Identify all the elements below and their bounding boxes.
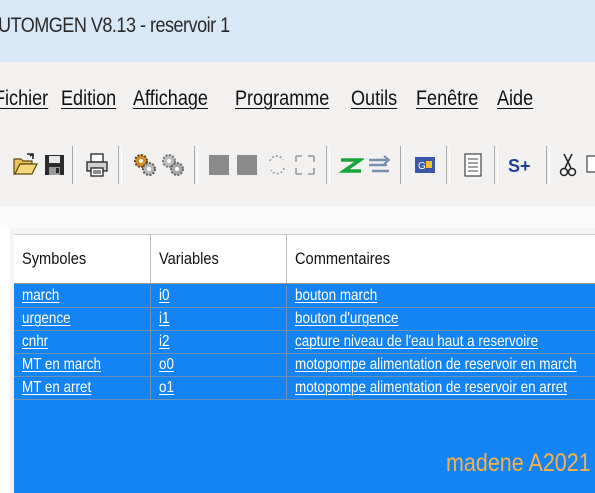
table-row[interactable]: march i0 bouton march: [14, 285, 595, 308]
toolbar-gap: [0, 206, 595, 228]
toolbar-separator: [194, 146, 198, 184]
toolbar-separator: [446, 146, 450, 184]
expand-icon[interactable]: [292, 152, 318, 178]
comment-cell[interactable]: bouton d'urgence: [287, 308, 595, 330]
column-header-symboles[interactable]: Symboles: [14, 235, 151, 283]
green-z-icon[interactable]: [338, 152, 366, 178]
column-header-variables[interactable]: Variables: [151, 235, 287, 283]
rotate-icon[interactable]: [264, 152, 290, 178]
symbol-cell[interactable]: march: [14, 285, 151, 307]
variable-cell[interactable]: i2: [151, 331, 287, 353]
copy-icon[interactable]: [584, 152, 595, 178]
variable-cell[interactable]: i0: [151, 285, 287, 307]
stop-square-2-icon[interactable]: [234, 152, 260, 178]
variable-cell[interactable]: i1: [151, 308, 287, 330]
menu-fenetre[interactable]: Fenêtre: [416, 87, 478, 111]
grafcet-icon[interactable]: [366, 152, 392, 178]
menu-bar: Fichier Edition Affichage Programme Outi…: [0, 62, 595, 134]
toolbar: G S+: [0, 134, 595, 206]
menu-fichier[interactable]: Fichier: [0, 87, 48, 111]
comment-cell[interactable]: capture niveau de l'eau haut a reservoir…: [287, 331, 595, 353]
table-row[interactable]: MT en march o0 motopompe alimentation de…: [14, 354, 595, 377]
menu-affichage[interactable]: Affichage: [133, 87, 208, 111]
list-icon[interactable]: [460, 152, 486, 178]
table-row[interactable]: cnhr i2 capture niveau de l'eau haut a r…: [14, 331, 595, 354]
compile-gear-disabled-icon[interactable]: [160, 152, 186, 178]
menu-edition[interactable]: Edition: [61, 87, 116, 111]
toolbar-separator: [72, 146, 76, 184]
comment-cell[interactable]: motopompe alimentation de reservoir en m…: [287, 354, 595, 376]
window-title: UTOMGEN V8.13 - reservoir 1: [0, 14, 230, 37]
symbol-cell[interactable]: urgence: [14, 308, 151, 330]
cut-icon[interactable]: [556, 152, 582, 178]
variable-cell[interactable]: o1: [151, 377, 287, 399]
menu-programme[interactable]: Programme: [235, 87, 329, 111]
variable-cell[interactable]: o0: [151, 354, 287, 376]
menu-aide[interactable]: Aide: [497, 87, 533, 111]
run-connect-icon[interactable]: G: [412, 152, 438, 178]
title-bar: UTOMGEN V8.13 - reservoir 1: [0, 0, 595, 62]
svg-text:S+: S+: [508, 156, 531, 176]
symbol-cell[interactable]: MT en arret: [14, 377, 151, 399]
table-row[interactable]: urgence i1 bouton d'urgence: [14, 308, 595, 331]
toolbar-separator: [326, 146, 330, 184]
symbol-cell[interactable]: MT en march: [14, 354, 151, 376]
toolbar-separator: [546, 146, 550, 184]
watermark-text: madene A2021: [446, 449, 591, 477]
column-header-commentaires[interactable]: Commentaires: [287, 235, 595, 283]
open-folder-icon[interactable]: [12, 152, 38, 178]
symbol-cell[interactable]: cnhr: [14, 331, 151, 353]
table-row[interactable]: MT en arret o1 motopompe alimentation de…: [14, 377, 595, 400]
stop-square-icon[interactable]: [206, 152, 232, 178]
table-header: Symboles Variables Commentaires: [14, 234, 595, 284]
menu-outils[interactable]: Outils: [351, 87, 397, 111]
toolbar-separator: [118, 146, 122, 184]
symbol-add-icon[interactable]: S+: [506, 152, 536, 178]
svg-text:G: G: [418, 161, 426, 172]
comment-cell[interactable]: bouton march: [287, 285, 595, 307]
toolbar-separator: [400, 146, 404, 184]
toolbar-separator: [494, 146, 498, 184]
comment-cell[interactable]: motopompe alimentation de reservoir en a…: [287, 377, 595, 399]
print-icon[interactable]: [84, 152, 110, 178]
compile-gear-icon[interactable]: [132, 152, 158, 178]
save-icon[interactable]: [42, 152, 68, 178]
